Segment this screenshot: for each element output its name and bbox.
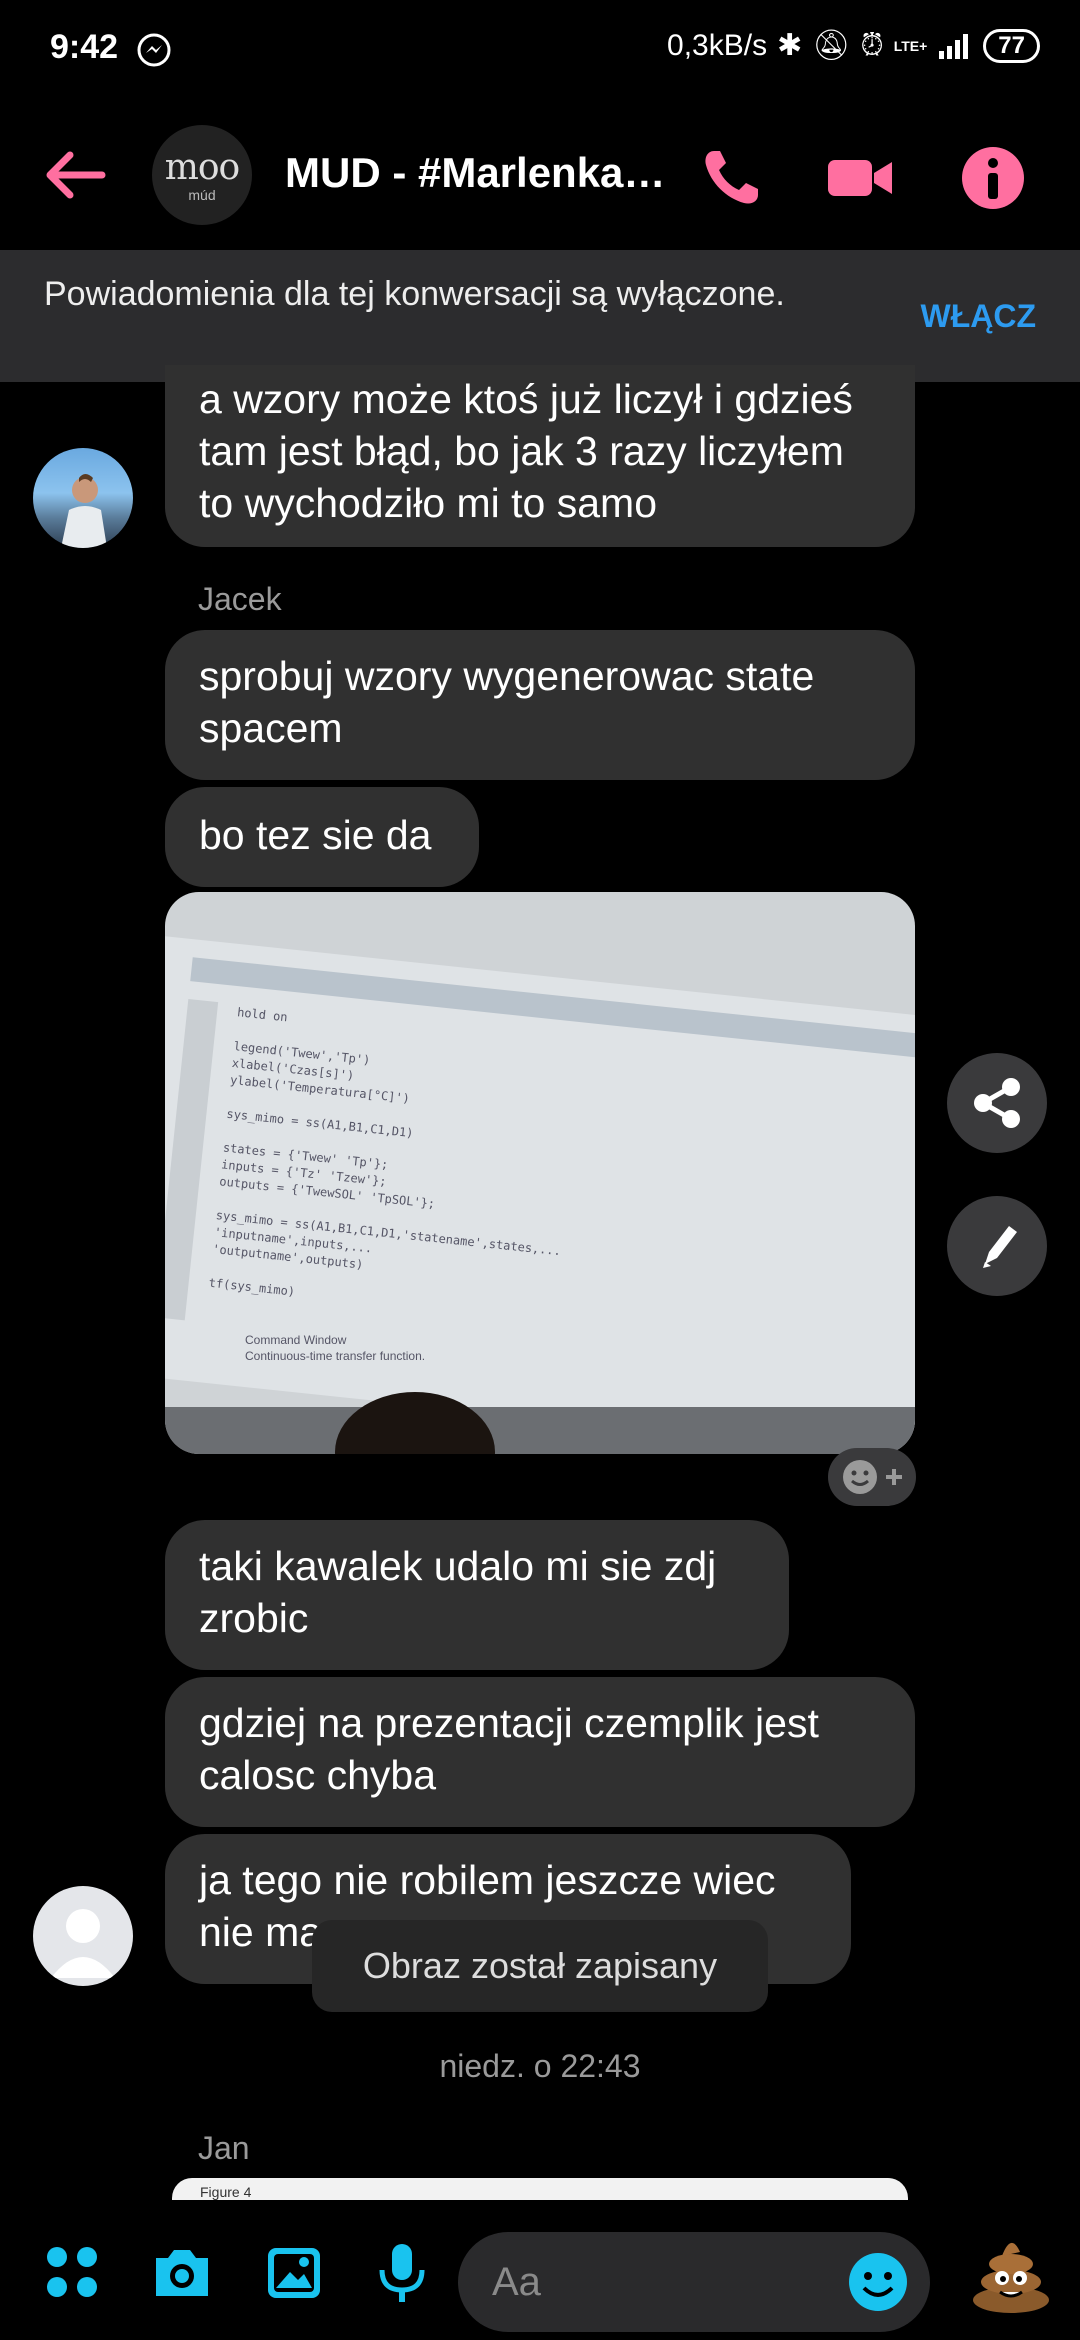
share-button[interactable] bbox=[947, 1053, 1047, 1153]
message-text: bo tez sie da bbox=[199, 812, 432, 858]
default-avatar-icon bbox=[51, 1909, 115, 1978]
status-time: 9:42 bbox=[50, 28, 119, 66]
conversation-header: moo múd MUD - #Marlenka… bbox=[0, 115, 1080, 235]
alarm-icon: ⏰︎ bbox=[860, 28, 884, 62]
message-text: gdziej na prezentacji czemplik jest calo… bbox=[199, 1700, 819, 1798]
add-reaction-button[interactable] bbox=[828, 1448, 916, 1506]
network-speed: 0,3kB/s bbox=[667, 28, 768, 62]
group-avatar-subtext: múd bbox=[188, 187, 216, 203]
signal-label: LTE+ bbox=[893, 37, 928, 54]
message-input[interactable]: Aa bbox=[458, 2232, 930, 2332]
image-preview[interactable]: Figure 4 bbox=[172, 2178, 908, 2200]
notification-banner: Powiadomienia dla tej konwersacji są wył… bbox=[0, 250, 1080, 382]
messenger-notification-icon bbox=[137, 33, 171, 67]
person-photo-icon bbox=[61, 474, 107, 548]
message-bubble[interactable]: sprobuj wzory wygenerowac state spacem bbox=[165, 630, 915, 780]
bluetooth-icon: ✱ bbox=[777, 29, 803, 62]
video-call-icon[interactable] bbox=[826, 143, 896, 213]
message-input-placeholder: Aa bbox=[492, 2260, 541, 2304]
share-icon bbox=[974, 1078, 1020, 1128]
avatar[interactable] bbox=[33, 448, 133, 548]
message-bubble[interactable]: gdziej na prezentacji czemplik jest calo… bbox=[165, 1677, 915, 1827]
back-arrow-icon[interactable] bbox=[40, 145, 110, 205]
message-timestamp: niedz. o 22:43 bbox=[439, 2048, 641, 2084]
notification-banner-text: Powiadomienia dla tej konwersacji są wył… bbox=[44, 275, 785, 313]
photo-taskbar bbox=[165, 1407, 915, 1454]
poop-emoji-icon[interactable] bbox=[966, 2226, 1056, 2316]
sender-name: Jan bbox=[198, 2130, 250, 2166]
message-bubble[interactable]: bo tez sie da bbox=[165, 787, 479, 887]
avatar[interactable] bbox=[33, 1886, 133, 1986]
message-text: taki kawalek udalo mi sie zdj zrobic bbox=[199, 1543, 717, 1641]
image-preview-title: Figure 4 bbox=[200, 2184, 252, 2200]
group-avatar-logo: moo bbox=[164, 147, 240, 188]
add-reaction-icon bbox=[843, 1460, 902, 1494]
photo-attachment[interactable]: hold on legend('Twew','Tp') xlabel('Czas… bbox=[165, 892, 915, 1454]
more-actions-icon[interactable] bbox=[40, 2240, 104, 2304]
message-composer: Aa bbox=[0, 2200, 1080, 2340]
gallery-icon[interactable] bbox=[262, 2240, 326, 2304]
group-avatar[interactable]: moo múd bbox=[152, 125, 252, 225]
conversation-title[interactable]: MUD - #Marlenka… bbox=[285, 149, 685, 197]
signal-icon bbox=[939, 33, 969, 59]
battery-indicator: 77 bbox=[983, 28, 1040, 63]
photo-command-window: Command Window Continuous-time transfer … bbox=[245, 1333, 426, 1363]
message-text: a wzory może ktoś już liczył i gdzieś ta… bbox=[199, 376, 853, 526]
enable-notifications-button[interactable]: WŁĄCZ bbox=[920, 298, 1036, 335]
photo-code: hold on legend('Twew','Tp') xlabel('Czas… bbox=[208, 1005, 562, 1299]
info-icon[interactable] bbox=[958, 143, 1028, 213]
camera-icon[interactable] bbox=[150, 2240, 214, 2304]
phone-call-icon[interactable] bbox=[696, 143, 766, 213]
status-right-group: 0,3kB/s ✱ 🔕︎ ⏰︎ LTE+ 77 bbox=[667, 28, 1040, 63]
pencil-icon bbox=[983, 1226, 1017, 1268]
message-text: sprobuj wzory wygenerowac state spacem bbox=[199, 653, 815, 751]
mute-icon: 🔕︎ bbox=[812, 29, 851, 62]
status-bar: 9:42 0,3kB/s ✱ 🔕︎ ⏰︎ LTE+ 77 bbox=[0, 0, 1080, 100]
sender-name: Jacek bbox=[198, 581, 282, 617]
message-bubble[interactable]: taki kawalek udalo mi sie zdj zrobic bbox=[165, 1520, 789, 1670]
edit-button[interactable] bbox=[947, 1196, 1047, 1296]
emoji-icon[interactable] bbox=[846, 2250, 910, 2314]
message-bubble[interactable]: a wzory może ktoś już liczył i gdzieś ta… bbox=[165, 365, 915, 547]
microphone-icon[interactable] bbox=[370, 2240, 434, 2304]
toast-notification: Obraz został zapisany bbox=[312, 1920, 768, 2012]
